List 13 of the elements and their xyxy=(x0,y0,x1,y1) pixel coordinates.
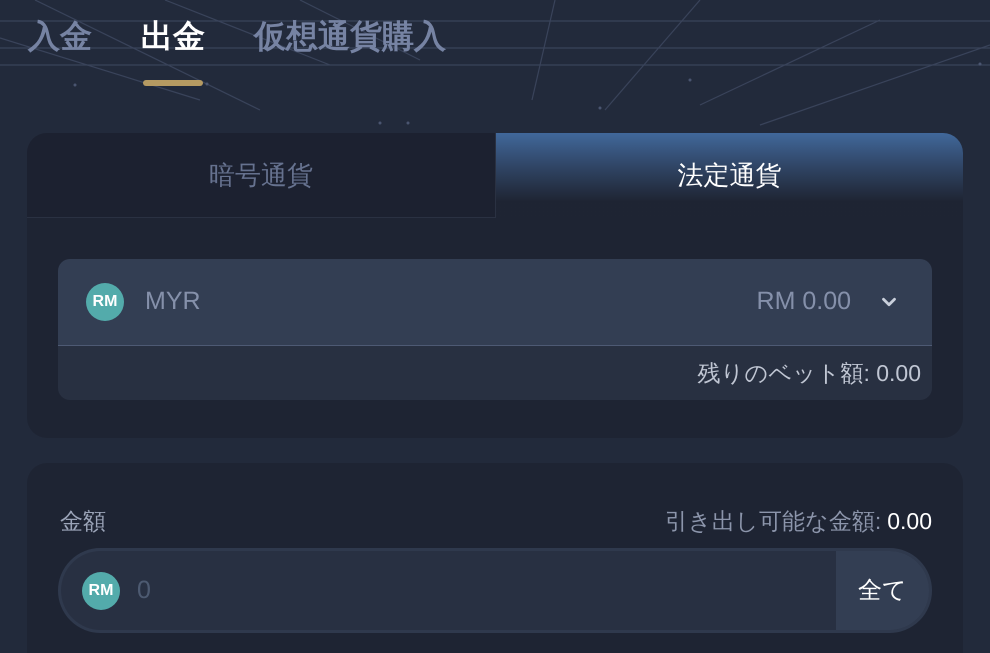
currency-logo: RM xyxy=(86,283,124,321)
amount-label: 金額 xyxy=(60,506,106,536)
balance-text: RM 0.00 xyxy=(756,286,851,318)
active-tab-indicator xyxy=(143,80,203,86)
page-tab[interactable]: 仮想通貨購入 xyxy=(254,14,446,86)
available-amount-label: 引き出し可能な金額: xyxy=(664,506,882,536)
page-tab[interactable]: 入金 xyxy=(28,14,92,86)
page-tab[interactable]: 出金 xyxy=(141,14,205,86)
available-amount-value: 0.00 xyxy=(887,506,932,536)
remaining-bet-text: 残りのベット額: 0.00 xyxy=(697,358,921,388)
all-button[interactable]: 全て xyxy=(836,551,929,630)
currency-logo: RM xyxy=(82,572,120,610)
currency-code: MYR xyxy=(145,286,201,318)
